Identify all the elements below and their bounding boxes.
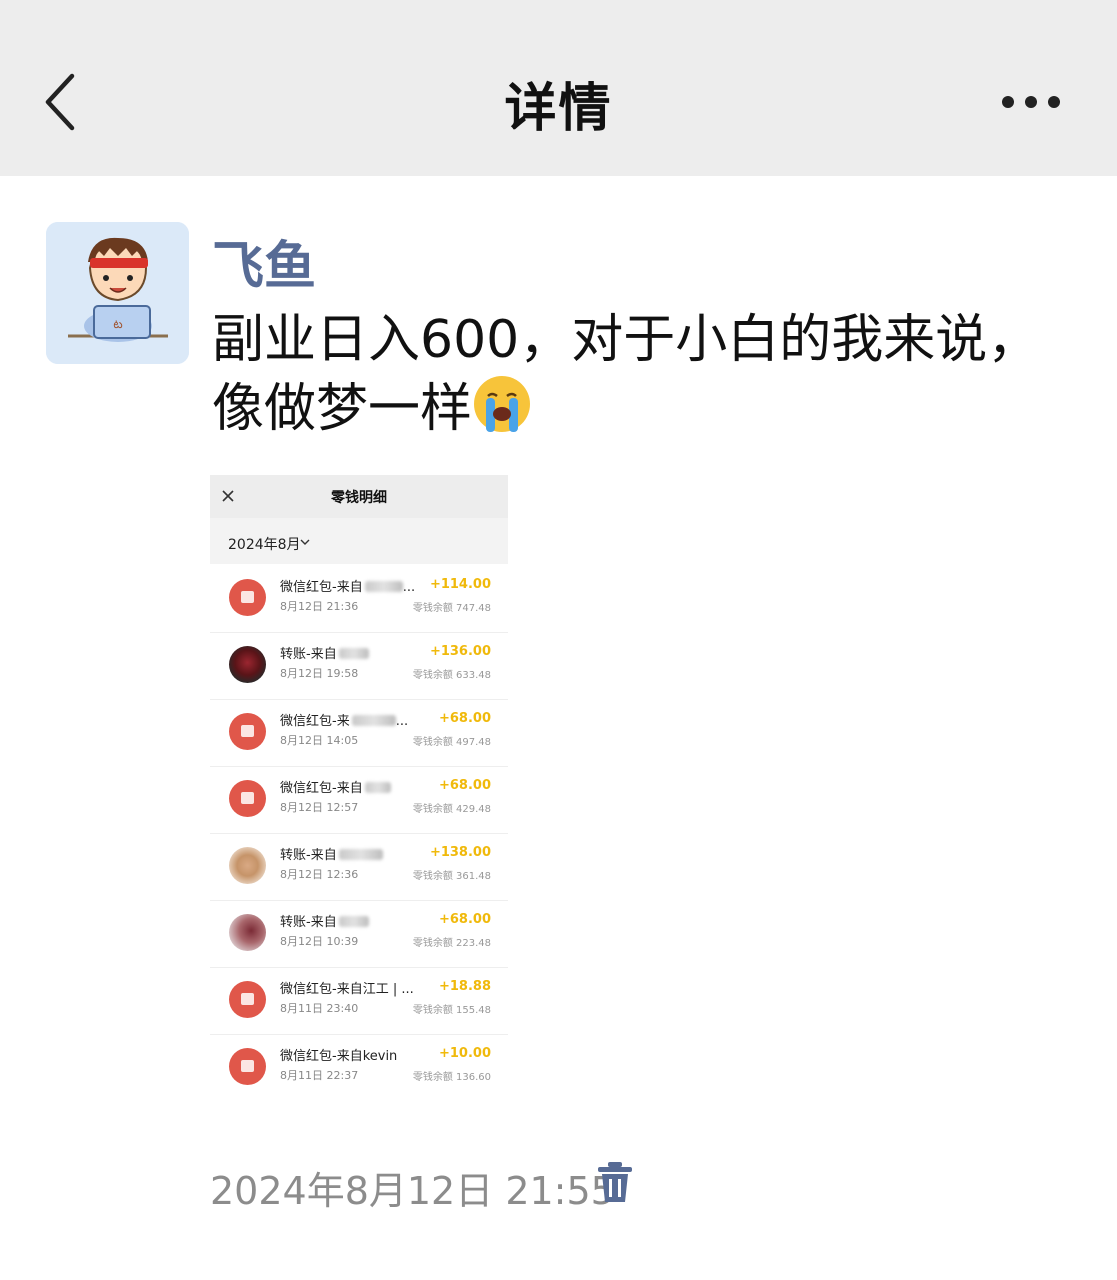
transaction-title: 微信红包-来自... (280, 580, 416, 595)
transaction-row: 转账-来自 8月12日 19:58 +136.00 零钱余额 633.48 (210, 632, 508, 700)
transaction-balance: 零钱余额 136.60 (412, 1072, 491, 1083)
avatar-photo (229, 847, 266, 884)
transaction-title: 微信红包-来自kevin (280, 1049, 398, 1064)
transaction-amount: +114.00 (429, 577, 491, 592)
transaction-balance: 零钱余额 497.48 (412, 737, 491, 748)
transaction-amount: +10.00 (438, 1046, 491, 1061)
transaction-balance: 零钱余额 361.48 (412, 871, 491, 882)
image-header: 零钱明细 (210, 475, 508, 518)
image-title: 零钱明细 (331, 490, 387, 506)
red-packet-icon (229, 981, 266, 1018)
transaction-balance: 零钱余额 633.48 (412, 670, 491, 681)
transaction-amount: +68.00 (438, 711, 491, 726)
author-name[interactable]: 飞鱼 (212, 224, 316, 299)
attached-image[interactable]: 零钱明细 2024年8月 微信红包-来自... 8月12日 21:36 +114… (210, 475, 508, 1099)
red-packet-icon (229, 713, 266, 750)
red-packet-icon (229, 780, 266, 817)
transaction-time: 8月12日 12:57 (280, 801, 359, 814)
transaction-row: 微信红包-来... 8月12日 14:05 +68.00 零钱余额 497.48 (210, 699, 508, 767)
avatar[interactable]: ట (46, 222, 189, 364)
transaction-title: 转账-来自 (280, 911, 369, 930)
transaction-amount: +68.00 (438, 778, 491, 793)
transaction-balance: 零钱余额 155.48 (412, 1005, 491, 1016)
transaction-title: 微信红包-来自 (280, 777, 391, 796)
cartoon-avatar-icon: ట (46, 222, 189, 364)
transaction-time: 8月11日 22:37 (280, 1069, 359, 1082)
transaction-time: 8月11日 23:40 (280, 1002, 359, 1015)
top-bar: 详情 (0, 0, 1117, 176)
transaction-time: 8月12日 12:36 (280, 868, 359, 881)
crying-face-emoji (474, 376, 531, 432)
transaction-title: 转账-来自 (280, 643, 369, 662)
svg-text:ట: ట (113, 317, 122, 331)
post-text: 副业日入600，对于小白的我来说，像做梦一样 (212, 306, 1062, 443)
more-dots-icon[interactable] (996, 88, 1066, 116)
transaction-time: 8月12日 21:36 (280, 600, 359, 613)
transaction-balance: 零钱余额 223.48 (412, 938, 491, 949)
transaction-amount: +138.00 (429, 845, 491, 860)
red-packet-icon (229, 579, 266, 616)
avatar-photo (229, 914, 266, 951)
month-label: 2024年8月 (228, 537, 301, 553)
month-filter: 2024年8月 (210, 518, 508, 564)
chevron-down-icon (300, 539, 310, 545)
transaction-row: 微信红包-来自 8月12日 12:57 +68.00 零钱余额 429.48 (210, 766, 508, 834)
transaction-row: 微信红包-来自kevin 8月11日 22:37 +10.00 零钱余额 136… (210, 1034, 508, 1099)
transaction-time: 8月12日 14:05 (280, 734, 359, 747)
page-title: 详情 (504, 79, 613, 139)
transaction-title: 微信红包-来自江工 | ... (280, 982, 414, 997)
transaction-row: 微信红包-来自... 8月12日 21:36 +114.00 零钱余额 747.… (210, 565, 508, 633)
transaction-amount: +18.88 (438, 979, 491, 994)
transaction-balance: 零钱余额 429.48 (412, 804, 491, 815)
transaction-amount: +136.00 (429, 644, 491, 659)
transaction-row: 微信红包-来自江工 | ... 8月11日 23:40 +18.88 零钱余额 … (210, 967, 508, 1035)
transaction-title: 转账-来自 (280, 844, 383, 863)
transaction-row: 转账-来自 8月12日 10:39 +68.00 零钱余额 223.48 (210, 900, 508, 968)
transaction-time: 8月12日 10:39 (280, 935, 359, 948)
transaction-amount: +68.00 (438, 912, 491, 927)
transaction-time: 8月12日 19:58 (280, 667, 359, 680)
avatar-photo (229, 646, 266, 683)
post-body: 副业日入600，对于小白的我来说，像做梦一样 (212, 310, 1040, 439)
transaction-row: 转账-来自 8月12日 12:36 +138.00 零钱余额 361.48 (210, 833, 508, 901)
post-timestamp: 2024年8月12日 21:55 (210, 1169, 615, 1213)
transaction-title: 微信红包-来... (280, 714, 409, 729)
red-packet-icon (229, 1048, 266, 1085)
trash-icon[interactable] (596, 1160, 634, 1204)
transaction-balance: 零钱余额 747.48 (412, 603, 491, 614)
